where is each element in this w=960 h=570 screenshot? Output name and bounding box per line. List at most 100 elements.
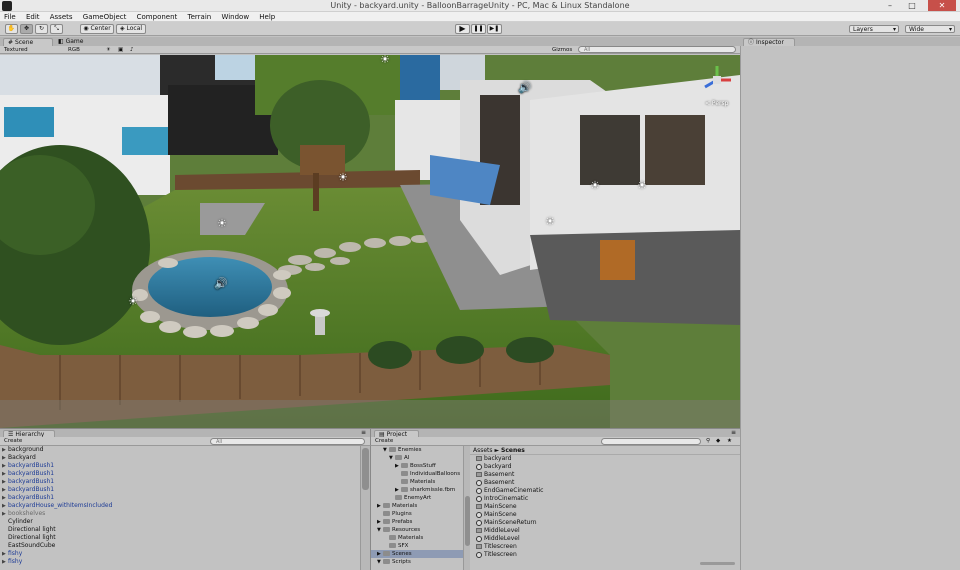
menu-component[interactable]: Component <box>133 12 182 22</box>
expand-arrow-icon[interactable]: ▶ <box>2 470 6 478</box>
menu-help[interactable]: Help <box>255 12 279 22</box>
menu-edit[interactable]: Edit <box>22 12 44 22</box>
pause-button[interactable]: ❚❚ <box>471 24 486 34</box>
hierarchy-item[interactable]: ▶ backyardBush1 <box>0 470 360 478</box>
hierarchy-item[interactable]: ▶ Backyard <box>0 454 360 462</box>
tab-scene[interactable]: # Scene <box>3 38 53 46</box>
folder-tree-item[interactable]: ▶ BossStuff <box>371 462 463 470</box>
folder-tree-item[interactable]: Plugins <box>371 510 463 518</box>
scale-tool-button[interactable]: ⤡ <box>50 24 63 34</box>
persp-label[interactable]: < Persp <box>705 100 728 107</box>
folder-tree-item[interactable]: ▶ Materials <box>371 502 463 510</box>
hierarchy-scrollbar[interactable] <box>360 446 370 570</box>
tab-game[interactable]: ◧ Game <box>54 38 94 46</box>
light-gizmo-icon[interactable]: ☀ <box>217 217 227 230</box>
folder-tree-item[interactable]: ▼ AI <box>371 454 463 462</box>
hand-tool-button[interactable]: ✋ <box>5 24 18 34</box>
minimize-button[interactable]: – <box>880 0 900 11</box>
project-search-input[interactable] <box>601 438 701 445</box>
folder-tree-item[interactable]: IndividualBalloons <box>371 470 463 478</box>
hierarchy-item[interactable]: ▶ backyardBush1 <box>0 486 360 494</box>
light-gizmo-icon[interactable]: ☀ <box>590 179 600 192</box>
folder-tree-item[interactable]: ▶ Scenes <box>371 550 463 558</box>
light-gizmo-icon[interactable]: ☀ <box>380 55 390 66</box>
pivot-rotation-button[interactable]: ◈ Local <box>116 24 146 34</box>
project-create-button[interactable]: Create <box>375 437 393 445</box>
folder-tree-item[interactable]: Materials <box>371 534 463 542</box>
expand-arrow-icon[interactable]: ▶ <box>2 558 6 566</box>
hierarchy-item[interactable]: ▶ background <box>0 446 360 454</box>
filter-type-icon[interactable]: ⚲ <box>706 437 710 445</box>
hierarchy-item[interactable]: Directional light <box>0 526 360 534</box>
filter-label-icon[interactable]: ◆ <box>716 437 720 445</box>
tab-inspector[interactable]: ⓘ Inspector <box>743 38 795 46</box>
expand-arrow-icon[interactable]: ▶ <box>2 486 6 494</box>
asset-item[interactable]: Titlescreen <box>470 551 740 559</box>
hierarchy-item[interactable]: ▶ backyardBush1 <box>0 462 360 470</box>
hierarchy-item[interactable]: EastSoundCube <box>0 542 360 550</box>
hierarchy-search-input[interactable]: All <box>210 438 365 445</box>
expand-arrow-icon[interactable]: ▶ <box>2 502 6 510</box>
asset-item[interactable]: MiddleLevel <box>470 535 740 543</box>
menu-assets[interactable]: Assets <box>46 12 77 22</box>
hierarchy-item[interactable]: Directional light <box>0 534 360 542</box>
menu-window[interactable]: Window <box>217 12 253 22</box>
hierarchy-item[interactable]: ▶ backyardBush1 <box>0 494 360 502</box>
hierarchy-scroll-thumb[interactable] <box>362 448 369 490</box>
folder-tree-item[interactable]: EnemyArt <box>371 494 463 502</box>
close-button[interactable]: ✕ <box>928 0 956 11</box>
asset-item[interactable]: IntroCinematic <box>470 495 740 503</box>
expand-arrow-icon[interactable]: ▶ <box>2 462 6 470</box>
expand-arrow-icon[interactable]: ▶ <box>2 550 6 558</box>
move-tool-button[interactable]: ✥ <box>20 24 33 34</box>
folder-tree-item[interactable]: ▼ Enemies <box>371 446 463 454</box>
scene-orientation-gizmo[interactable] <box>700 63 734 97</box>
folder-tree-item[interactable]: ▶ sharkmissle.fbm <box>371 486 463 494</box>
hierarchy-item[interactable]: ▶ backyardHouse_withItemsIncluded <box>0 502 360 510</box>
breadcrumb-scenes[interactable]: Scenes <box>501 447 525 454</box>
expand-arrow-icon[interactable]: ▶ <box>2 478 6 486</box>
menu-terrain[interactable]: Terrain <box>184 12 216 22</box>
play-button[interactable]: ▶ <box>455 24 470 34</box>
asset-item[interactable]: Titlescreen <box>470 543 740 551</box>
asset-item[interactable]: backyard <box>470 463 740 471</box>
hierarchy-item[interactable]: ▶ fishy <box>0 558 360 566</box>
folder-tree-item[interactable]: ▼ Resources <box>371 526 463 534</box>
favorites-star-icon[interactable]: ★ <box>727 437 732 445</box>
hierarchy-item[interactable]: ▶ fishy <box>0 550 360 558</box>
panel-menu-icon[interactable]: ≡ <box>361 429 366 436</box>
lighting-toggle[interactable]: ☀ <box>106 46 111 54</box>
hierarchy-item[interactable]: ▶ bookshelves <box>0 510 360 518</box>
light-gizmo-icon[interactable]: ☀ <box>637 179 647 192</box>
asset-item[interactable]: Basement <box>470 479 740 487</box>
icon-size-slider[interactable] <box>700 562 735 565</box>
asset-item[interactable]: Basement <box>470 471 740 479</box>
light-gizmo-icon[interactable]: ☀ <box>338 171 348 184</box>
asset-item[interactable]: MainScene <box>470 503 740 511</box>
color-mode-dropdown[interactable]: RGB <box>68 46 80 54</box>
asset-item[interactable]: EndGameCinematic <box>470 487 740 495</box>
step-button[interactable]: ▶❚ <box>487 24 502 34</box>
asset-item[interactable]: MainSceneReturn <box>470 519 740 527</box>
folder-tree-item[interactable]: SFX <box>371 542 463 550</box>
audio-source-gizmo-icon[interactable]: 🔊 <box>214 277 228 290</box>
expand-arrow-icon[interactable]: ▶ <box>2 454 6 462</box>
panel-menu-icon[interactable]: ≡ <box>731 429 736 436</box>
layout-dropdown[interactable]: Wide ▾ <box>905 25 955 33</box>
expand-arrow-icon[interactable]: ▶ <box>2 510 6 518</box>
hierarchy-item[interactable]: Cylinder <box>0 518 360 526</box>
rotate-tool-button[interactable]: ↻ <box>35 24 48 34</box>
expand-arrow-icon[interactable]: ▶ <box>2 494 6 502</box>
gizmos-dropdown[interactable]: Gizmos <box>552 46 572 54</box>
light-gizmo-icon[interactable]: ☀ <box>545 215 555 228</box>
scene-image-icon[interactable]: ▣ <box>118 46 123 54</box>
scene-viewport[interactable]: ☀ ☀ ☀ ☀ ☀ ☀ ☀ 🔊 🔊 < Persp <box>0 55 740 428</box>
asset-item[interactable]: MiddleLevel <box>470 527 740 535</box>
render-mode-dropdown[interactable]: Textured <box>4 46 28 54</box>
folder-tree-item[interactable]: ▶ Prefabs <box>371 518 463 526</box>
asset-item[interactable]: backyard <box>470 455 740 463</box>
folder-tree-item[interactable]: ▼ Scripts <box>371 558 463 566</box>
menu-file[interactable]: File <box>0 12 20 22</box>
audio-toggle[interactable]: ♪ <box>130 46 134 54</box>
expand-arrow-icon[interactable]: ▶ <box>2 446 6 454</box>
